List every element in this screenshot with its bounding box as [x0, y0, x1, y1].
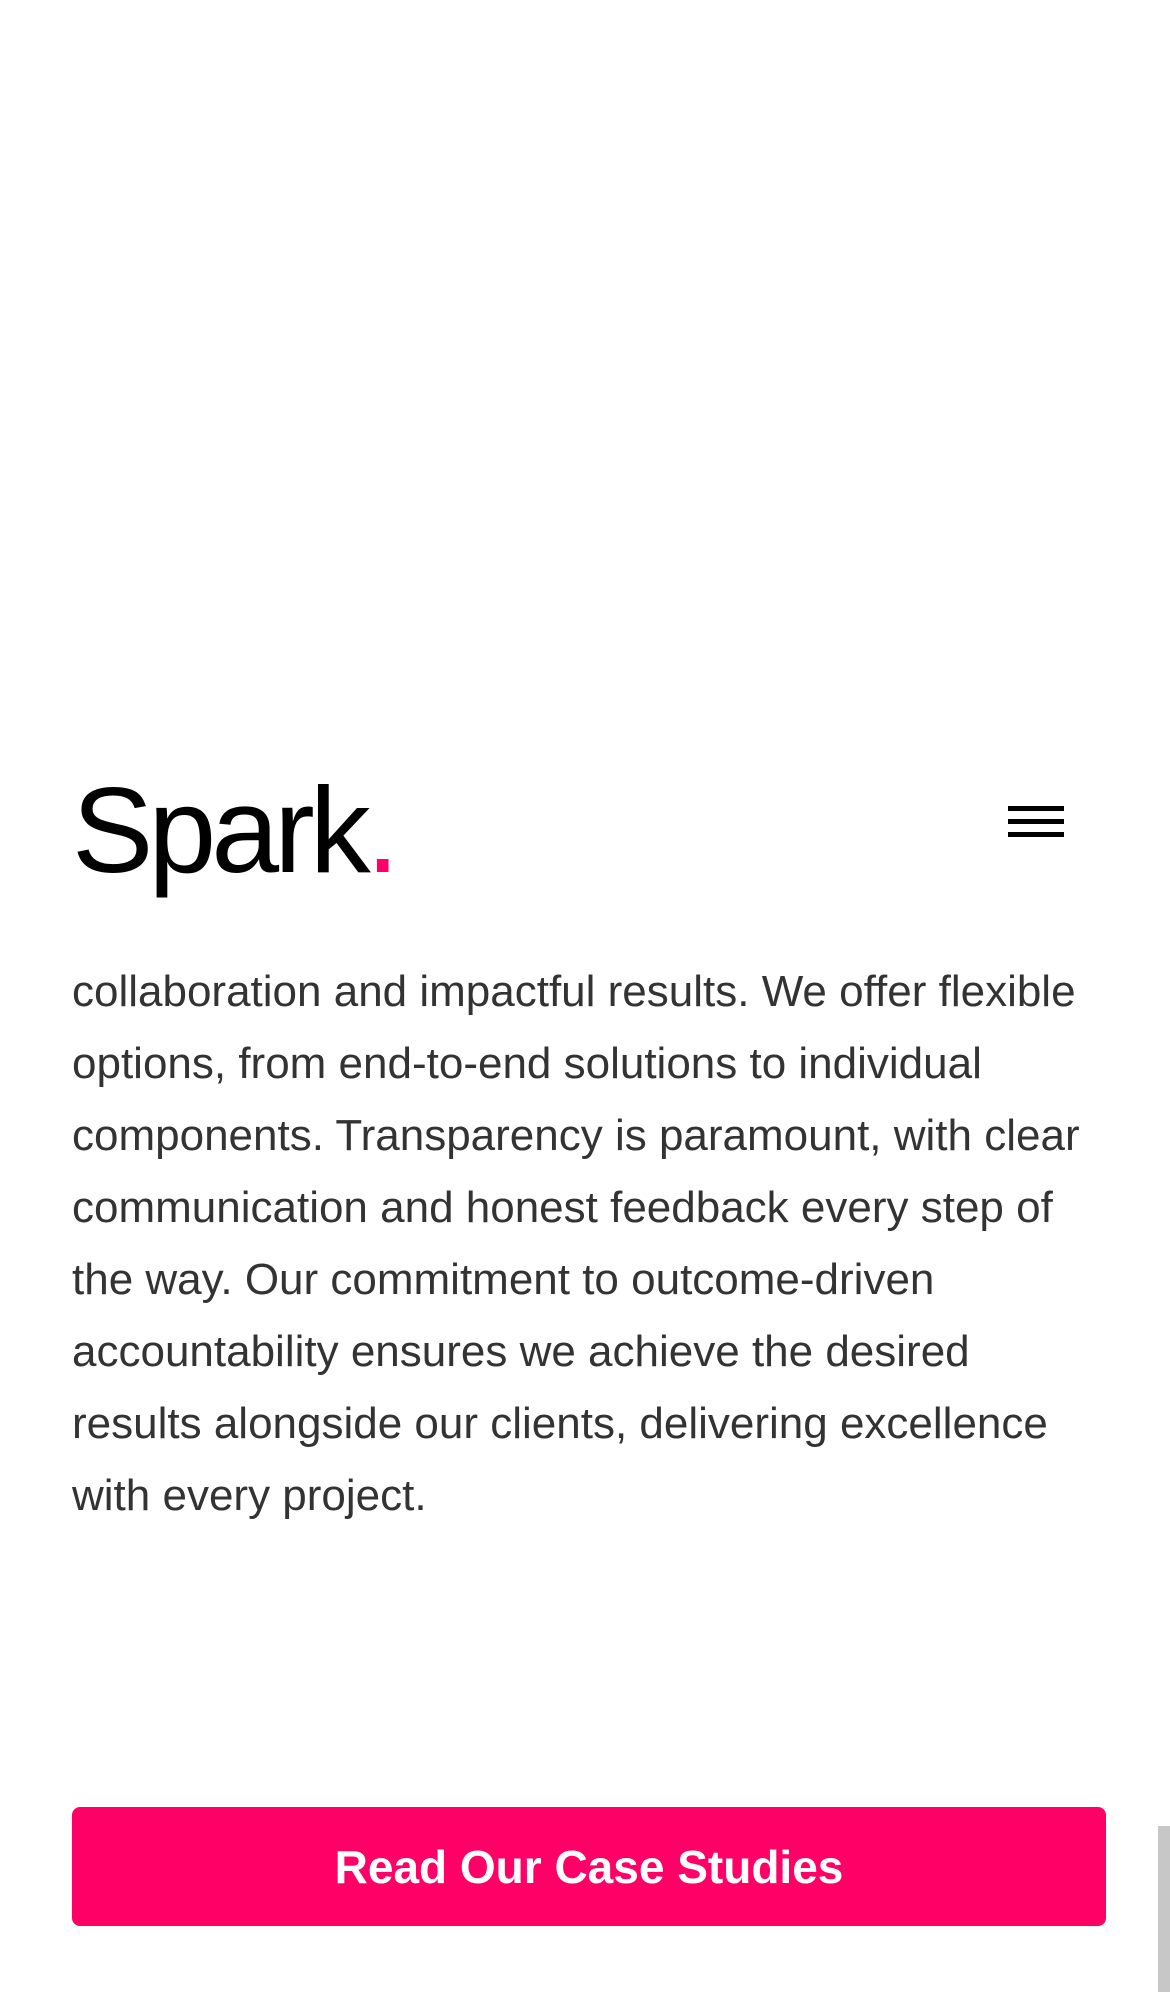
body-paragraph: collaboration and impactful results. We … — [72, 967, 1080, 1520]
menu-bar-middle — [1008, 819, 1064, 824]
menu-bar-bottom — [1008, 832, 1064, 837]
logo-dot: . — [365, 762, 400, 898]
hamburger-menu-icon[interactable] — [1008, 802, 1066, 846]
scrollbar-thumb[interactable] — [1158, 1826, 1170, 1992]
logo[interactable]: Spark. — [72, 760, 400, 900]
logo-text: Spark — [72, 762, 371, 898]
menu-bar-top — [1008, 806, 1064, 811]
read-case-studies-button[interactable]: Read Our Case Studies — [72, 1807, 1106, 1926]
page: Spark. collaboration and impactful resul… — [0, 0, 1170, 1992]
site-header: Spark. — [72, 760, 1098, 900]
